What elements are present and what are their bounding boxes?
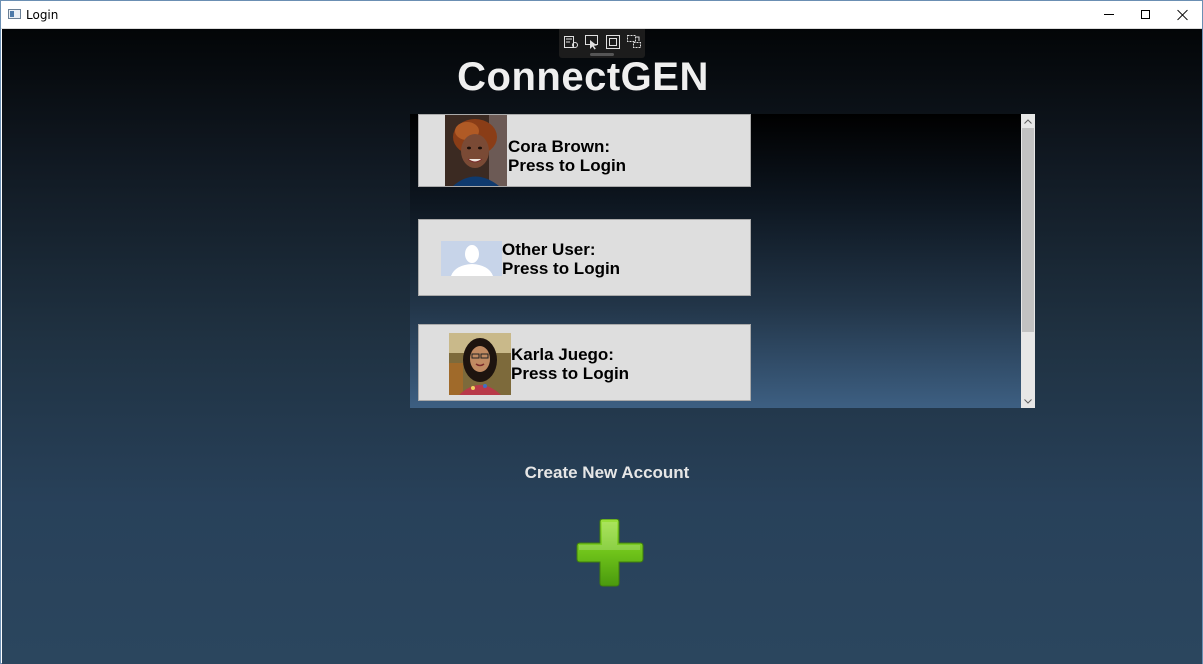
user-name: Karla Juego: — [511, 345, 614, 364]
plus-icon — [576, 518, 644, 587]
login-prompt: Press to Login — [508, 156, 627, 175]
live-visual-tree-icon[interactable] — [563, 34, 579, 50]
user-name: Other User: — [502, 240, 596, 259]
close-button[interactable] — [1164, 1, 1201, 28]
login-prompt: Press to Login — [511, 364, 630, 383]
minimize-icon — [1103, 14, 1114, 15]
user-avatar-cora-brown — [445, 115, 507, 186]
default-user-avatar-icon — [441, 241, 502, 276]
login-window: Login ConnectGEN Cora Brown: Press to Lo… — [0, 0, 1203, 664]
login-prompt: Press to Login — [502, 259, 621, 278]
scroll-thumb[interactable] — [1022, 128, 1034, 332]
window-title: Login — [26, 8, 59, 22]
user-login-card[interactable]: Other User: Press to Login — [418, 219, 751, 296]
app-window-icon — [8, 9, 21, 19]
user-login-card[interactable]: Cora Brown: Press to Login — [418, 114, 751, 187]
debug-toolbar — [559, 29, 645, 58]
maximize-icon — [1141, 10, 1150, 19]
app-content: ConnectGEN Cora Brown: Press to Login Ot… — [2, 29, 1202, 664]
close-icon — [1177, 9, 1189, 21]
user-name: Cora Brown: — [508, 137, 610, 156]
user-list: Cora Brown: Press to Login Other User: P… — [410, 114, 1035, 408]
title-bar[interactable]: Login — [1, 1, 1202, 29]
scroll-down-button[interactable] — [1021, 394, 1035, 408]
chevron-down-icon — [1024, 398, 1032, 404]
chevron-up-icon — [1024, 118, 1032, 124]
minimize-button[interactable] — [1090, 1, 1127, 28]
maximize-button[interactable] — [1127, 1, 1164, 28]
track-focus-icon[interactable] — [626, 34, 642, 50]
user-avatar-karla-juego — [449, 333, 511, 395]
display-layout-adorners-icon[interactable] — [605, 34, 621, 50]
app-logo-text: ConnectGEN — [457, 55, 709, 99]
select-element-icon[interactable] — [584, 34, 600, 50]
list-scrollbar[interactable] — [1021, 114, 1035, 408]
create-account-button[interactable] — [575, 518, 645, 589]
create-account-label: Create New Account — [524, 463, 690, 482]
scroll-up-button[interactable] — [1021, 114, 1035, 128]
user-login-card[interactable]: Karla Juego: Press to Login — [418, 324, 751, 401]
